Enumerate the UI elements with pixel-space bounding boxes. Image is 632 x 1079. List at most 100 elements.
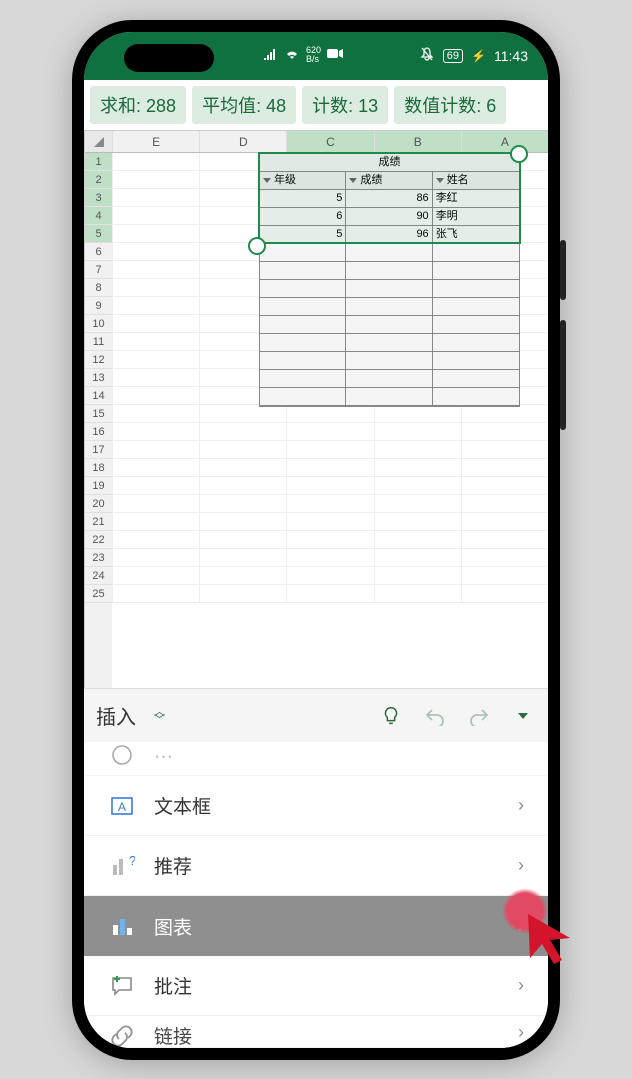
cell[interactable] (112, 387, 199, 405)
cell[interactable] (112, 333, 199, 351)
cell[interactable] (286, 549, 373, 567)
row-header-cell[interactable]: 25 (85, 585, 112, 603)
cell[interactable] (461, 423, 548, 441)
row-header-cell[interactable]: 12 (85, 351, 112, 369)
toolbar-mode[interactable]: 插入 (96, 701, 136, 730)
row-header-cell[interactable]: 23 (85, 549, 112, 567)
summary-sum[interactable]: 求和: 288 (90, 86, 186, 124)
row-header-cell[interactable]: 10 (85, 315, 112, 333)
panel-item-annotate[interactable]: 批注 › (84, 956, 548, 1016)
cell[interactable] (374, 333, 461, 351)
undo-icon[interactable] (422, 703, 448, 729)
cell[interactable] (199, 333, 286, 351)
redo-icon[interactable] (466, 703, 492, 729)
cell[interactable] (461, 297, 548, 315)
cell[interactable] (286, 315, 373, 333)
cell[interactable] (374, 513, 461, 531)
cell[interactable] (199, 351, 286, 369)
cell[interactable] (199, 207, 286, 225)
cell[interactable] (199, 297, 286, 315)
row-header-cell[interactable]: 13 (85, 369, 112, 387)
cell[interactable] (374, 477, 461, 495)
cell[interactable] (112, 153, 199, 171)
cell[interactable] (374, 423, 461, 441)
cell[interactable] (461, 279, 548, 297)
cell[interactable] (112, 225, 199, 243)
cell[interactable] (199, 567, 286, 585)
cell[interactable] (199, 423, 286, 441)
cell[interactable] (286, 531, 373, 549)
cell[interactable] (112, 189, 199, 207)
cell[interactable] (286, 261, 373, 279)
cell[interactable] (286, 405, 373, 423)
cell[interactable] (199, 387, 286, 405)
panel-item-partial[interactable]: ⋯ (84, 742, 548, 776)
summary-avg[interactable]: 平均值: 48 (192, 86, 296, 124)
cell[interactable] (286, 171, 373, 189)
cell[interactable] (461, 513, 548, 531)
cell[interactable] (199, 315, 286, 333)
row-header-cell[interactable]: 24 (85, 567, 112, 585)
cell[interactable] (112, 171, 199, 189)
cell[interactable] (461, 459, 548, 477)
selection-handle[interactable] (248, 237, 266, 255)
cell[interactable] (374, 567, 461, 585)
cell[interactable] (286, 189, 373, 207)
cell[interactable] (461, 225, 548, 243)
cell[interactable] (112, 279, 199, 297)
cell[interactable] (112, 513, 199, 531)
cell[interactable] (374, 459, 461, 477)
cell[interactable] (199, 459, 286, 477)
column-header-cell[interactable]: A (461, 131, 548, 152)
cell[interactable] (112, 459, 199, 477)
cell[interactable] (199, 279, 286, 297)
cell[interactable] (286, 333, 373, 351)
row-header-cell[interactable]: 9 (85, 297, 112, 315)
spreadsheet[interactable]: 1234567891011121314151617181920212223242… (84, 130, 548, 688)
cell[interactable] (374, 207, 461, 225)
column-header[interactable]: EDCBA (112, 131, 548, 153)
panel-item-recommend[interactable]: ? 推荐 › (84, 836, 548, 896)
cell[interactable] (286, 369, 373, 387)
cell[interactable] (286, 567, 373, 585)
cell[interactable] (112, 405, 199, 423)
select-all-corner[interactable] (85, 131, 112, 153)
cell[interactable] (461, 351, 548, 369)
row-header-cell[interactable]: 19 (85, 477, 112, 495)
cell[interactable] (461, 189, 548, 207)
cell[interactable] (374, 225, 461, 243)
cell[interactable] (286, 297, 373, 315)
cell[interactable] (199, 513, 286, 531)
panel-item-textbox[interactable]: A 文本框 › (84, 776, 548, 836)
panel-item-link[interactable]: 链接 › (84, 1016, 548, 1048)
cell[interactable] (199, 531, 286, 549)
cell[interactable] (374, 261, 461, 279)
column-header-cell[interactable]: D (199, 131, 286, 152)
row-header-cell[interactable]: 16 (85, 423, 112, 441)
cell[interactable] (374, 369, 461, 387)
cell[interactable] (461, 243, 548, 261)
cell[interactable] (374, 351, 461, 369)
cell[interactable] (199, 243, 286, 261)
cell[interactable] (374, 171, 461, 189)
cell[interactable] (461, 207, 548, 225)
row-header-cell[interactable]: 17 (85, 441, 112, 459)
row-header-cell[interactable]: 4 (85, 207, 112, 225)
cell[interactable] (112, 315, 199, 333)
cell[interactable] (112, 441, 199, 459)
cell[interactable] (286, 279, 373, 297)
cell[interactable] (286, 153, 373, 171)
cell[interactable] (461, 153, 548, 171)
cell[interactable] (374, 153, 461, 171)
row-header-cell[interactable]: 7 (85, 261, 112, 279)
cell[interactable] (374, 315, 461, 333)
cell[interactable] (374, 549, 461, 567)
cell[interactable] (286, 225, 373, 243)
cell[interactable] (286, 423, 373, 441)
cell[interactable] (286, 441, 373, 459)
column-header-cell[interactable]: B (374, 131, 461, 152)
summary-count[interactable]: 计数: 13 (302, 86, 388, 124)
cell[interactable] (374, 387, 461, 405)
row-header-cell[interactable]: 1 (85, 153, 112, 171)
cell[interactable] (286, 513, 373, 531)
